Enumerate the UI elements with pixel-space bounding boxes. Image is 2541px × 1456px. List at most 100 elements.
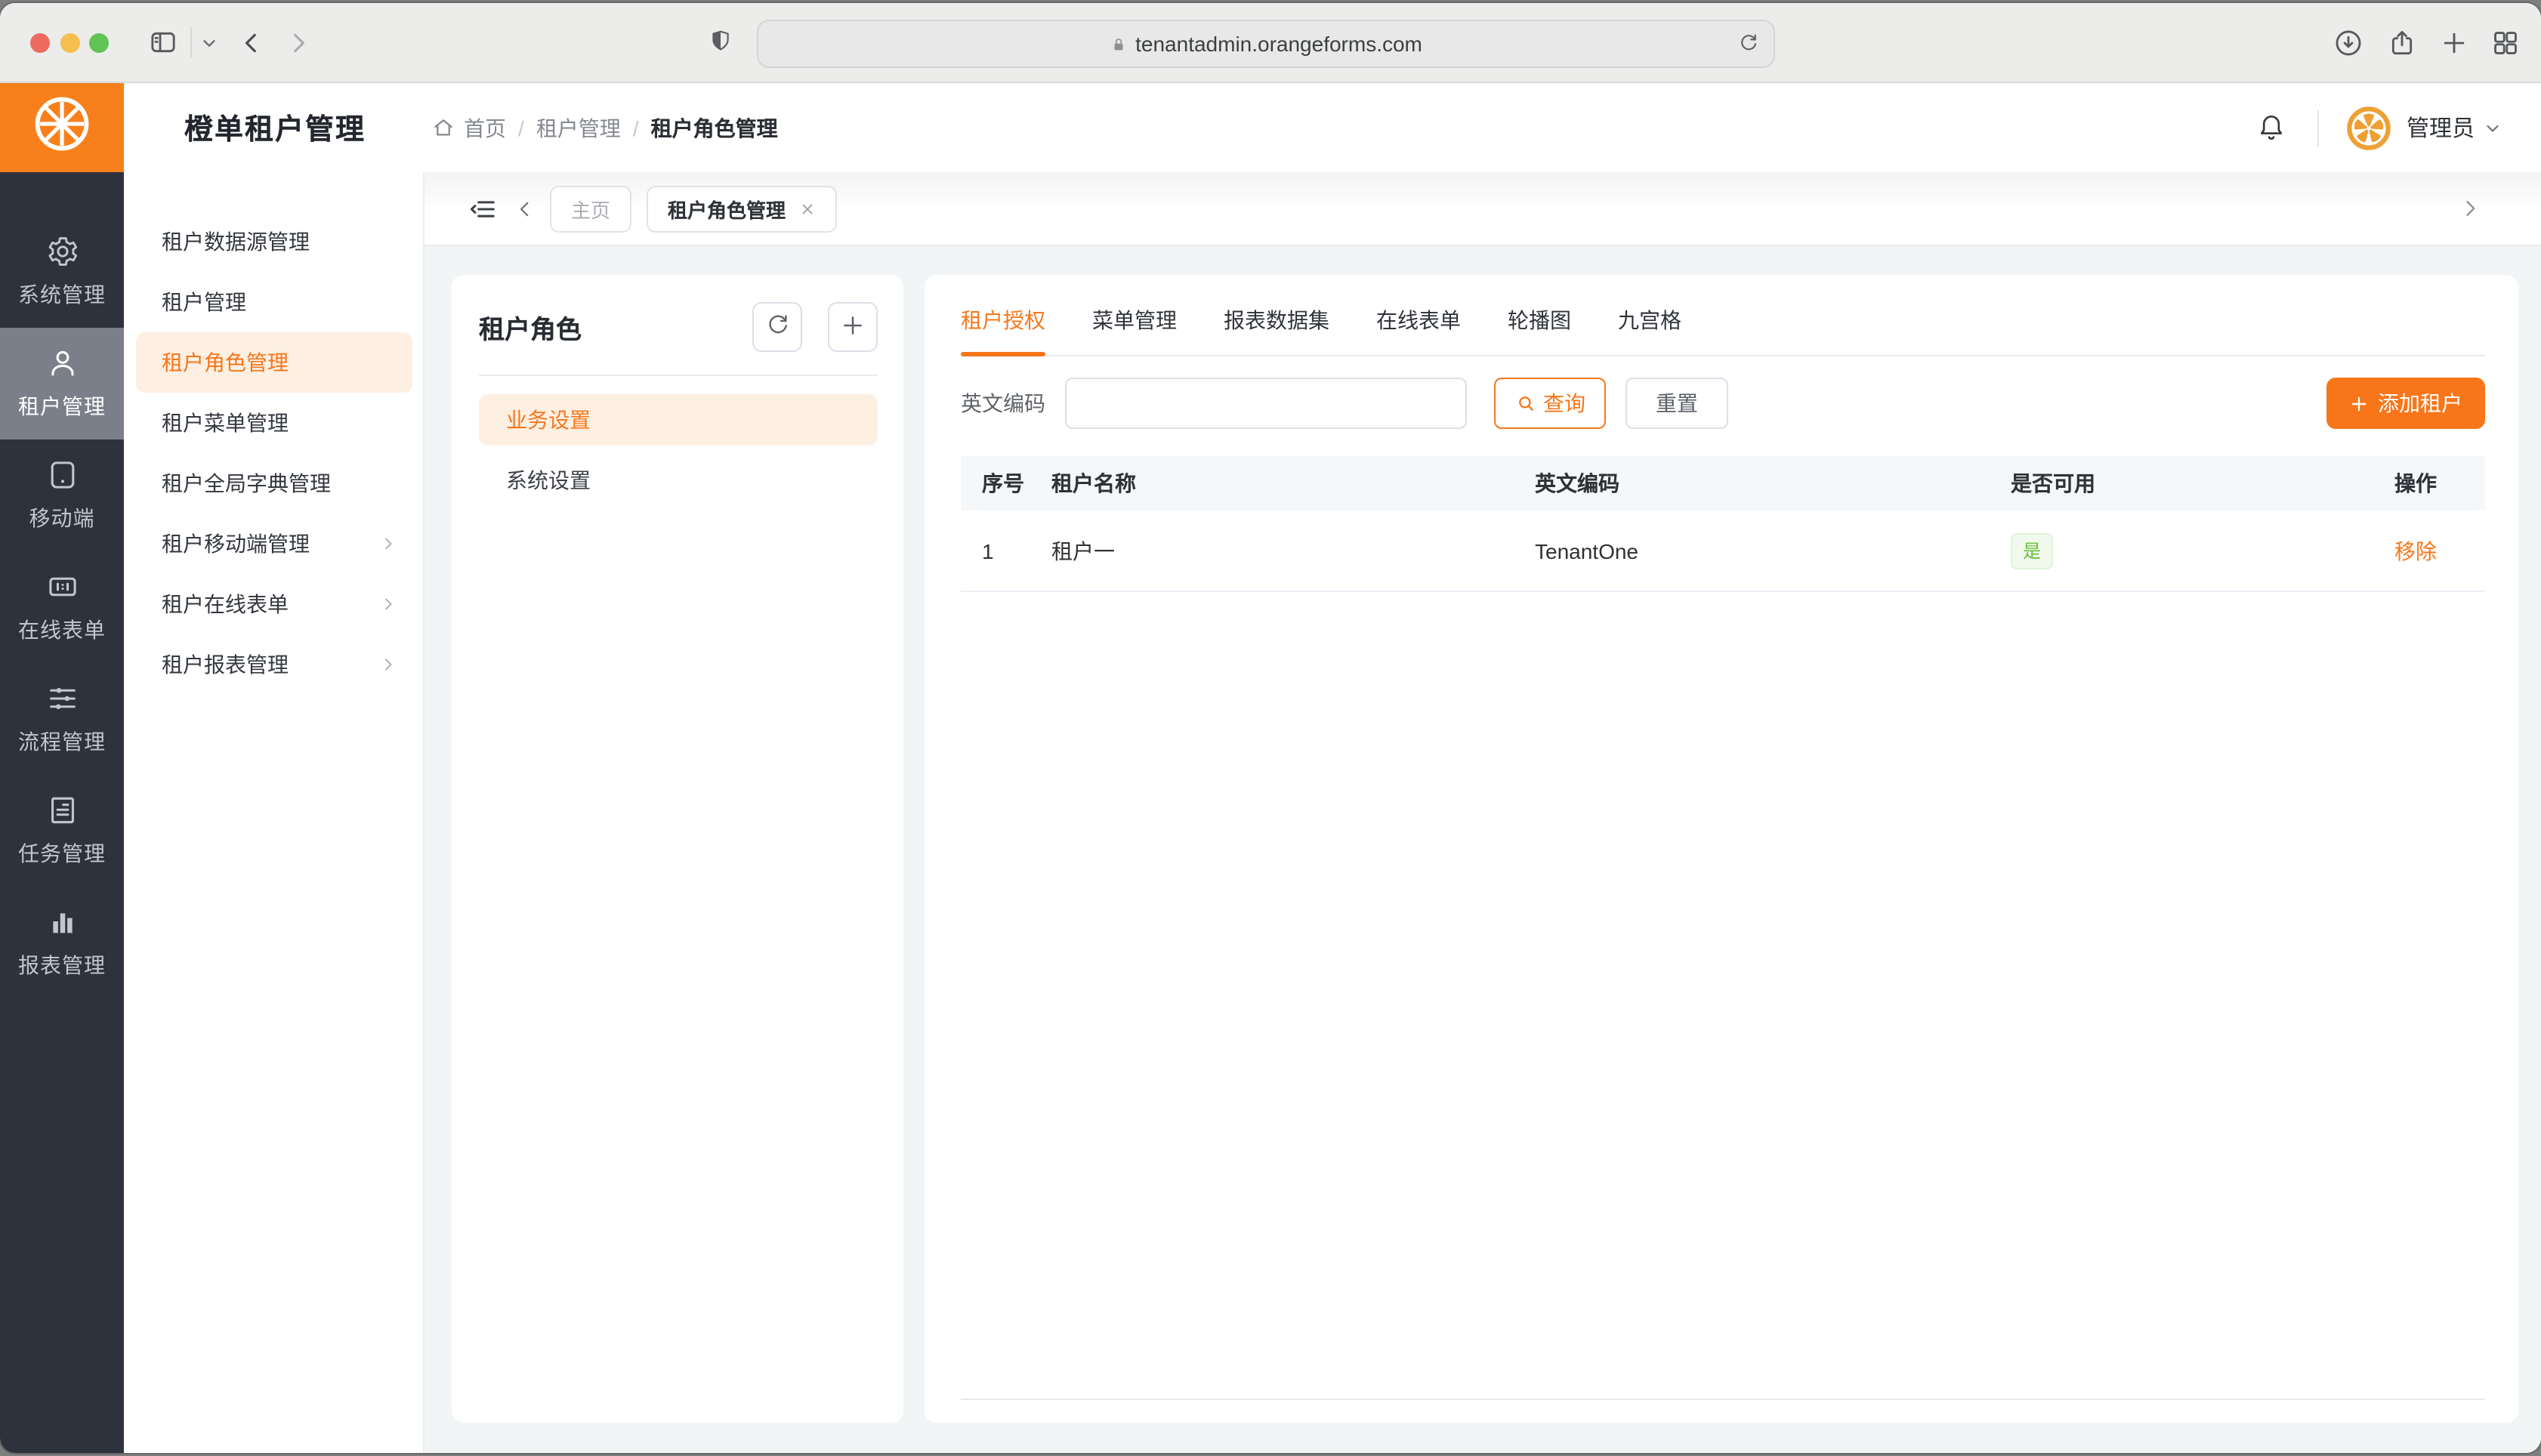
- breadcrumb-current: 租户角色管理: [651, 113, 778, 143]
- tab-report-dataset[interactable]: 报表数据集: [1224, 293, 1329, 355]
- column-header-enabled: 是否可用: [2011, 468, 2358, 498]
- submenu-item-label: 租户菜单管理: [162, 408, 289, 438]
- submenu-item-dict[interactable]: 租户全局字典管理: [136, 453, 412, 514]
- menu-fold-icon[interactable]: [468, 194, 497, 223]
- breadcrumb-separator: /: [633, 116, 639, 140]
- remove-link[interactable]: 移除: [2394, 538, 2437, 563]
- role-item-system[interactable]: 系统设置: [479, 455, 878, 506]
- reset-button[interactable]: 重置: [1626, 378, 1728, 429]
- tab-tenant-auth[interactable]: 租户授权: [961, 293, 1045, 355]
- role-item-business[interactable]: 业务设置: [479, 394, 878, 446]
- avatar[interactable]: [2346, 105, 2391, 150]
- add-role-button[interactable]: [828, 302, 878, 352]
- chevron-down-icon[interactable]: [2484, 119, 2502, 137]
- table-header-row: 序号 租户名称 英文编码 是否可用 操作: [961, 456, 2485, 511]
- tab-grid-nine[interactable]: 九宫格: [1618, 293, 1681, 355]
- role-panel-header: 租户角色: [479, 302, 878, 376]
- sidebar-item-task[interactable]: 任务管理: [0, 775, 124, 887]
- reload-icon[interactable]: [1737, 29, 1760, 57]
- submenu-item-tenant[interactable]: 租户管理: [136, 272, 412, 332]
- browser-window: tenantadmin.orangeforms.com: [0, 3, 2541, 1453]
- app-logo[interactable]: [0, 83, 124, 172]
- tab-carousel[interactable]: 轮播图: [1508, 293, 1571, 355]
- orange-logo-icon: [30, 92, 94, 163]
- search-icon: [1514, 393, 1536, 414]
- privacy-shield-icon[interactable]: [709, 24, 733, 65]
- column-header-name: 租户名称: [1051, 468, 1535, 498]
- chevron-down-icon[interactable]: [201, 34, 218, 51]
- sidebar-item-label: 移动端: [29, 503, 95, 533]
- breadcrumb-home[interactable]: 首页: [464, 113, 506, 143]
- add-tenant-button[interactable]: 添加租户: [2326, 378, 2485, 429]
- header-divider: [2317, 110, 2319, 146]
- share-icon[interactable]: [2387, 26, 2417, 58]
- download-icon[interactable]: [2333, 26, 2364, 58]
- submenu-item-label: 租户数据源管理: [162, 227, 310, 257]
- close-tab-icon[interactable]: [799, 200, 816, 217]
- page-title: 橙单租户管理: [184, 107, 366, 148]
- sidebar-item-label: 报表管理: [18, 950, 106, 980]
- column-header-seq: 序号: [961, 468, 1051, 498]
- english-code-input[interactable]: [1065, 378, 1467, 429]
- submenu-item-tenant-role[interactable]: 租户角色管理: [136, 332, 412, 393]
- table-row: 1 租户一 TenantOne 是 移除: [961, 511, 2485, 592]
- sidebar-toggle-icon[interactable]: [148, 27, 178, 57]
- query-button[interactable]: 查询: [1494, 378, 1606, 429]
- bell-icon[interactable]: [2255, 112, 2287, 143]
- sidebar-item-online-form[interactable]: 在线表单: [0, 551, 124, 663]
- tab-menu-manage[interactable]: 菜单管理: [1092, 293, 1177, 355]
- breadcrumb-item[interactable]: 租户管理: [536, 113, 621, 143]
- minimize-window-button[interactable]: [60, 32, 79, 52]
- query-button-label: 查询: [1543, 388, 1585, 418]
- address-bar[interactable]: tenantadmin.orangeforms.com: [757, 20, 1775, 68]
- toolbar-divider: [190, 27, 192, 57]
- tenant-table: 序号 租户名称 英文编码 是否可用 操作 1 租户一 TenantOne: [961, 456, 2485, 592]
- role-item-label: 系统设置: [506, 465, 591, 495]
- icon-sidebar: 系统管理 租户管理 移动端: [0, 172, 124, 1453]
- forward-icon[interactable]: [286, 29, 311, 55]
- refresh-button[interactable]: [752, 302, 802, 352]
- filter-label: 英文编码: [961, 388, 1045, 418]
- role-list: 业务设置 系统设置: [479, 394, 878, 515]
- page-tab-tenant-role[interactable]: 租户角色管理: [647, 185, 837, 232]
- zoom-window-button[interactable]: [89, 32, 109, 52]
- page-tab-home[interactable]: 主页: [550, 185, 631, 232]
- tabs-scroll-left-icon[interactable]: [515, 199, 535, 218]
- submenu-item-datasource[interactable]: 租户数据源管理: [136, 211, 412, 272]
- lock-icon: [1110, 34, 1126, 54]
- bar-chart-icon: [45, 905, 79, 939]
- sidebar-item-system[interactable]: 系统管理: [0, 216, 124, 328]
- sidebar-item-tenant[interactable]: 租户管理: [0, 328, 124, 440]
- submenu-item-tenant-menu[interactable]: 租户菜单管理: [136, 393, 412, 453]
- sidebar-item-report[interactable]: 报表管理: [0, 887, 124, 998]
- browser-toolbar: tenantadmin.orangeforms.com: [0, 3, 2541, 83]
- user-icon: [45, 346, 79, 381]
- tabs-scroll-right-icon[interactable]: [2459, 198, 2481, 219]
- cell-seq: 1: [961, 538, 1051, 563]
- tab-online-form[interactable]: 在线表单: [1376, 293, 1461, 355]
- chevron-right-icon: [379, 656, 397, 674]
- tab-overview-icon[interactable]: [2491, 28, 2520, 57]
- close-window-button[interactable]: [30, 32, 50, 52]
- submenu-item-tenant-report[interactable]: 租户报表管理: [136, 634, 412, 695]
- sidebar-item-label: 租户管理: [18, 391, 106, 421]
- detail-tabs: 租户授权 菜单管理 报表数据集 在线表单 轮播图 九宫格: [961, 293, 2485, 356]
- sidebar-item-label: 任务管理: [18, 838, 106, 868]
- submenu-item-tenant-mobile[interactable]: 租户移动端管理: [136, 514, 412, 574]
- back-icon[interactable]: [239, 29, 264, 55]
- chevron-right-icon: [379, 535, 397, 553]
- app-body: 系统管理 租户管理 移动端: [0, 172, 2541, 1453]
- submenu-item-label: 租户在线表单: [162, 589, 289, 619]
- panels: 租户角色: [425, 246, 2541, 1453]
- sidebar-item-workflow[interactable]: 流程管理: [0, 663, 124, 775]
- plus-icon: [840, 312, 866, 342]
- form-icon: [45, 569, 79, 604]
- column-header-code: 英文编码: [1535, 468, 2011, 498]
- sidebar-item-label: 流程管理: [18, 726, 106, 757]
- submenu-item-tenant-form[interactable]: 租户在线表单: [136, 574, 412, 634]
- new-tab-icon[interactable]: [2440, 28, 2468, 57]
- user-name[interactable]: 管理员: [2407, 112, 2475, 143]
- sidebar-item-mobile[interactable]: 移动端: [0, 440, 124, 551]
- page-tab-label: 主页: [571, 194, 610, 223]
- submenu-item-label: 租户全局字典管理: [162, 468, 331, 498]
